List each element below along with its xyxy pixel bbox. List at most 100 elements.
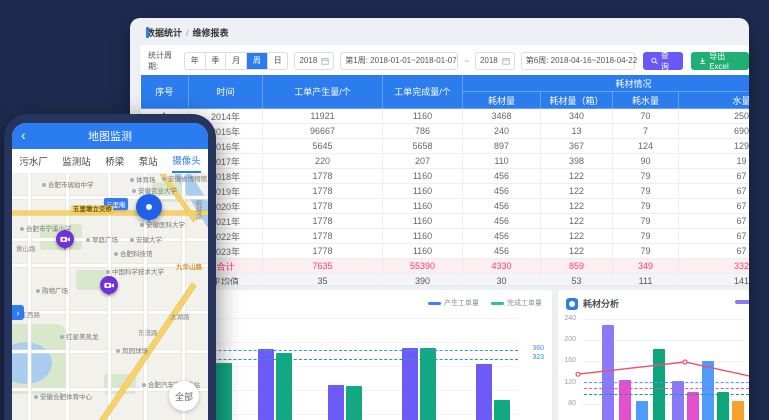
reference-line-label: 323: [532, 354, 544, 361]
material-bar[interactable]: [717, 392, 729, 420]
table-cell: 79: [613, 214, 679, 229]
material-bar[interactable]: [702, 361, 714, 420]
table-cell: 122: [541, 214, 613, 229]
calendar-icon: [502, 57, 510, 65]
back-icon[interactable]: ‹: [21, 127, 26, 143]
breadcrumb-section[interactable]: 数据统计: [146, 26, 182, 39]
table-cell: 124: [613, 139, 679, 154]
filter-bar: 统计周期: 年季月周日 2018 第1周: 2018-01-01~2018-01…: [146, 51, 749, 71]
table-cell: 141: [679, 274, 750, 286]
y-axis-tick: 240: [560, 315, 576, 322]
period-option[interactable]: 月: [226, 53, 247, 69]
export-excel-button[interactable]: 导出Excel: [691, 52, 749, 70]
map-label: 五里墩立交桥: [72, 206, 113, 213]
search-button[interactable]: 查询: [643, 52, 683, 70]
report-table-body: 12014年11921116034683407025022015年9666778…: [141, 109, 750, 286]
period-option[interactable]: 年: [185, 53, 206, 69]
breadcrumb-separator: /: [186, 28, 189, 38]
map-label: 安徽合肥体育中心: [34, 394, 92, 401]
table-cell: 4330: [463, 259, 541, 274]
material-bar[interactable]: [636, 401, 648, 420]
workorder-bar[interactable]: [494, 400, 510, 420]
material-bar[interactable]: [602, 325, 614, 420]
phone-title: 地图监测: [88, 128, 132, 144]
table-row: 92022年177811604561227967: [141, 229, 750, 244]
workorder-bar[interactable]: [216, 363, 232, 420]
table-cell: 1160: [383, 244, 463, 259]
week-to-input[interactable]: 第6周: 2018-04-16~2018-04-22: [521, 52, 635, 70]
map-label: 红星美凯龙: [60, 334, 99, 341]
table-cell: 456: [463, 169, 541, 184]
material-bar[interactable]: [687, 392, 699, 420]
map-label: 翠庭广场: [86, 237, 118, 244]
map-label: 体育场: [130, 177, 156, 184]
table-cell: 90: [613, 154, 679, 169]
phone-tab[interactable]: 污水厂: [19, 150, 48, 172]
y-axis-tick: 120: [560, 379, 576, 386]
phone-tab[interactable]: 摄像头: [172, 149, 201, 173]
table-cell: 5645: [263, 139, 383, 154]
table-cell: 456: [463, 184, 541, 199]
reference-line: [584, 388, 749, 389]
sub-col-header: 耗材量: [463, 92, 541, 109]
material-bar[interactable]: [619, 380, 631, 420]
table-cell: 79: [613, 184, 679, 199]
table-cell: 1160: [383, 184, 463, 199]
camera-marker[interactable]: [100, 276, 118, 294]
table-cell: 122: [541, 199, 613, 214]
period-option[interactable]: 周: [247, 53, 268, 69]
table-row: 32016年56455658897367124129: [141, 139, 750, 154]
table-row: 合计7635553904330859349332: [141, 259, 750, 274]
table-row: 82021年177811604561227967: [141, 214, 750, 229]
map-label: 凤园球场: [116, 348, 148, 355]
table-cell: 13: [541, 124, 613, 139]
material-bar[interactable]: [672, 381, 684, 420]
map-label: 桐城路: [194, 200, 201, 220]
workorder-bar[interactable]: [328, 385, 344, 420]
table-cell: 67: [679, 244, 750, 259]
material-bar[interactable]: [732, 401, 744, 420]
table-cell: 67: [679, 199, 750, 214]
period-option[interactable]: 日: [268, 53, 288, 69]
table-cell: 859: [541, 259, 613, 274]
table-cell: 220: [263, 154, 383, 169]
phone-tab[interactable]: 桥梁: [105, 150, 124, 172]
table-cell: 79: [613, 244, 679, 259]
camera-marker[interactable]: [56, 230, 74, 248]
table-cell: 110: [463, 154, 541, 169]
table-cell: 30: [463, 274, 541, 286]
table-cell: 1160: [383, 199, 463, 214]
gridline: [582, 319, 745, 320]
workorder-bar[interactable]: [476, 364, 492, 420]
period-option[interactable]: 季: [206, 53, 227, 69]
year-to-select[interactable]: 2018: [475, 52, 515, 70]
expand-icon[interactable]: ›: [12, 305, 24, 320]
week-from-input[interactable]: 第1周: 2018-01-01~2018-01-07: [340, 52, 458, 70]
table-cell: 1778: [263, 199, 383, 214]
map-label: 东流路: [138, 330, 158, 337]
map-label: 合肥科技馆: [114, 251, 153, 258]
sub-col-header: 耗材量（箱）: [541, 92, 613, 109]
y-axis-tick: 160: [560, 357, 576, 364]
phone-tab[interactable]: 监测站: [62, 150, 91, 172]
workorder-bar[interactable]: [276, 353, 292, 420]
year-from-select[interactable]: 2018: [294, 52, 334, 70]
table-cell: 240: [463, 124, 541, 139]
table-cell: 70: [613, 109, 679, 124]
table-cell: 96667: [263, 124, 383, 139]
table-cell: 340: [541, 109, 613, 124]
table-cell: 1778: [263, 184, 383, 199]
table-cell: 55390: [383, 259, 463, 274]
phone-header: ‹ 地图监测: [12, 123, 208, 149]
table-cell: 367: [541, 139, 613, 154]
table-row: 52018年177811604561227967: [141, 169, 750, 184]
map-all-button[interactable]: 全部: [169, 381, 199, 411]
map-label: 太湖路: [170, 314, 190, 321]
table-cell: 111: [613, 274, 679, 286]
table-cell: 122: [541, 229, 613, 244]
phone-tab[interactable]: 泵站: [139, 150, 158, 172]
workorder-bar[interactable]: [346, 386, 362, 420]
table-row: 102023年177811604561227967: [141, 244, 750, 259]
material-bar[interactable]: [653, 349, 665, 420]
selected-location-marker[interactable]: [136, 194, 162, 220]
